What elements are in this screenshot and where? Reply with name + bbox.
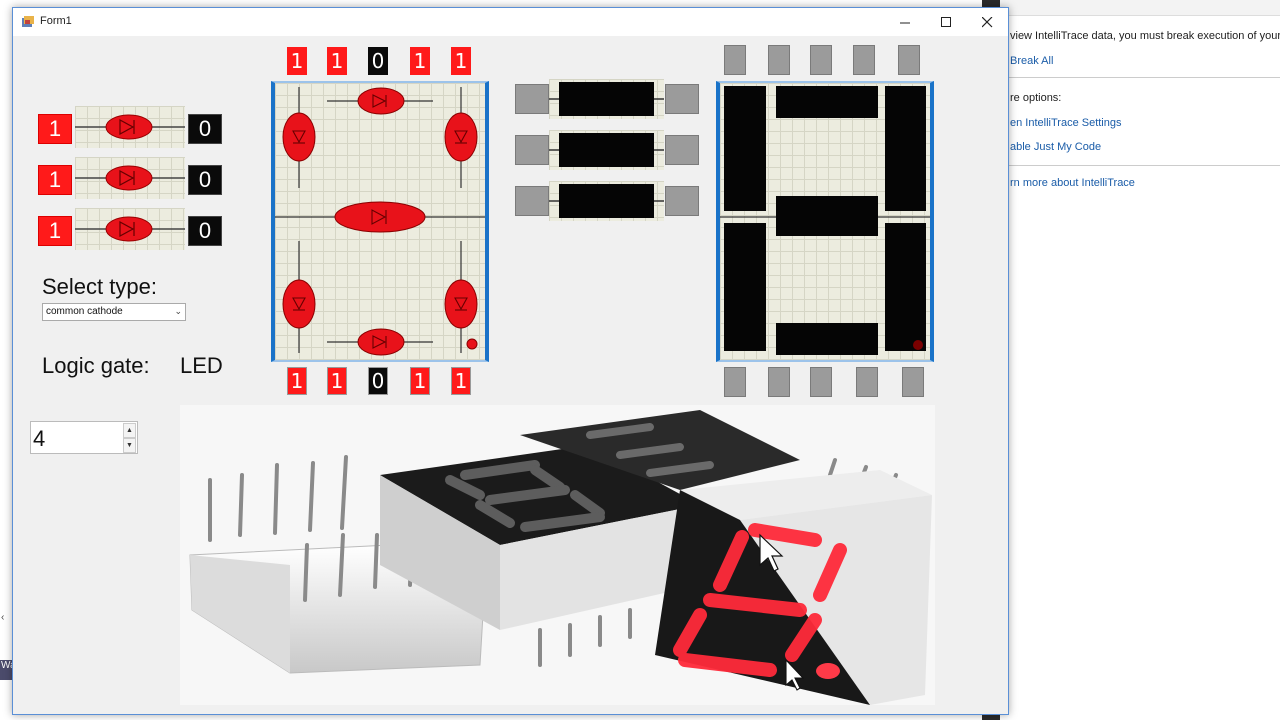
intellitrace-panel: view IntelliTrace data, you must break e… [1000,0,1280,720]
gray-output [665,84,699,114]
black-gate [549,79,664,119]
resistor-icon [549,184,664,218]
more-options-label: re options: [1010,92,1062,104]
gray-bit [724,367,746,397]
led-diode-icon [75,114,185,140]
break-all-link[interactable]: Break All [1010,55,1053,67]
gate-output-2: 0 [188,165,222,195]
maximize-icon [940,16,951,27]
segment-out-d: 1 [410,367,430,395]
gray-output [665,135,699,165]
segment-out-a: 1 [287,367,307,395]
intellitrace-message: view IntelliTrace data, you must break e… [1010,30,1280,42]
gray-bit[interactable] [724,45,746,75]
chevron-down-icon: ⌄ [174,306,182,316]
title-bar[interactable]: Form1 [13,8,1008,36]
led-segment-display [271,81,489,362]
desktop: view IntelliTrace data, you must break e… [0,0,1280,720]
form-app-icon [22,16,34,27]
stepper-up-icon[interactable]: ▲ [123,423,136,438]
black-segment-display [716,81,934,362]
gate-input-2[interactable]: 1 [38,165,72,195]
divider [1008,77,1280,78]
segment-bit-a[interactable]: 1 [287,47,307,75]
black-gate [549,130,664,170]
close-icon [981,16,992,27]
intellitrace-settings-link[interactable]: en IntelliTrace Settings [1010,117,1121,129]
gray-bit [856,367,878,397]
stepper-down-icon[interactable]: ▼ [123,438,136,453]
segment-bit-b[interactable]: 1 [327,47,347,75]
gate-input-3[interactable]: 1 [38,216,72,246]
close-button[interactable] [964,8,1010,36]
led-diode-icon [75,165,185,191]
window-title: Form1 [40,15,72,27]
led-gate-3 [75,208,185,250]
resistor-icon [549,133,664,167]
divider [1008,165,1280,166]
just-my-code-link[interactable]: able Just My Code [1010,141,1101,153]
segment-bit-e[interactable]: 1 [451,47,471,75]
gate-input-1[interactable]: 1 [38,114,72,144]
form1-window: Form1 1 0 1 0 1 0 Select type: common ca… [12,7,1009,715]
type-dropdown-value: common cathode [46,306,123,317]
select-type-label: Select type: [42,274,157,299]
maximize-button[interactable] [923,8,969,36]
gate-output-3: 0 [188,216,222,246]
segment-out-e: 1 [451,367,471,395]
gray-bit [902,367,924,397]
gray-bit[interactable] [898,45,920,75]
gray-output [665,186,699,216]
gray-input [515,84,549,114]
segment-bit-d[interactable]: 1 [410,47,430,75]
gray-bit [768,367,790,397]
black-gate [549,181,664,221]
minimize-button[interactable] [882,8,928,36]
seven-segment-displays-image [180,405,935,705]
gray-bit[interactable] [853,45,875,75]
learn-more-link[interactable]: rn more about IntelliTrace [1010,177,1135,189]
gate-output-1: 0 [188,114,222,144]
resistor-icon [549,82,664,116]
segment-bit-c[interactable]: 0 [368,47,388,75]
led-gate-2 [75,157,185,199]
gray-input [515,135,549,165]
segment-out-c: 0 [368,367,388,395]
segment-out-b: 1 [327,367,347,395]
seven-segment-black-icon [720,86,930,355]
minimize-icon [899,22,910,23]
gray-bit[interactable] [768,45,790,75]
seven-segment-photo [180,405,935,705]
number-stepper[interactable]: 4 ▲ ▼ [30,421,138,454]
chevron-left-icon[interactable]: ‹ [1,612,4,623]
gray-input [515,186,549,216]
led-gate-1 [75,106,185,148]
logic-gate-label: Logic gate: [42,353,150,378]
dock-tab[interactable]: Wa [0,660,12,680]
stepper-value: 4 [33,426,46,451]
gray-bit[interactable] [810,45,832,75]
logic-gate-value: LED [180,353,223,378]
seven-segment-led-icon [275,87,485,356]
panel-toolbar [1000,0,1280,16]
gray-bit [810,367,832,397]
left-dock: ‹ Wa [0,0,12,720]
led-diode-icon [75,216,185,242]
type-dropdown[interactable]: common cathode ⌄ [42,303,186,321]
